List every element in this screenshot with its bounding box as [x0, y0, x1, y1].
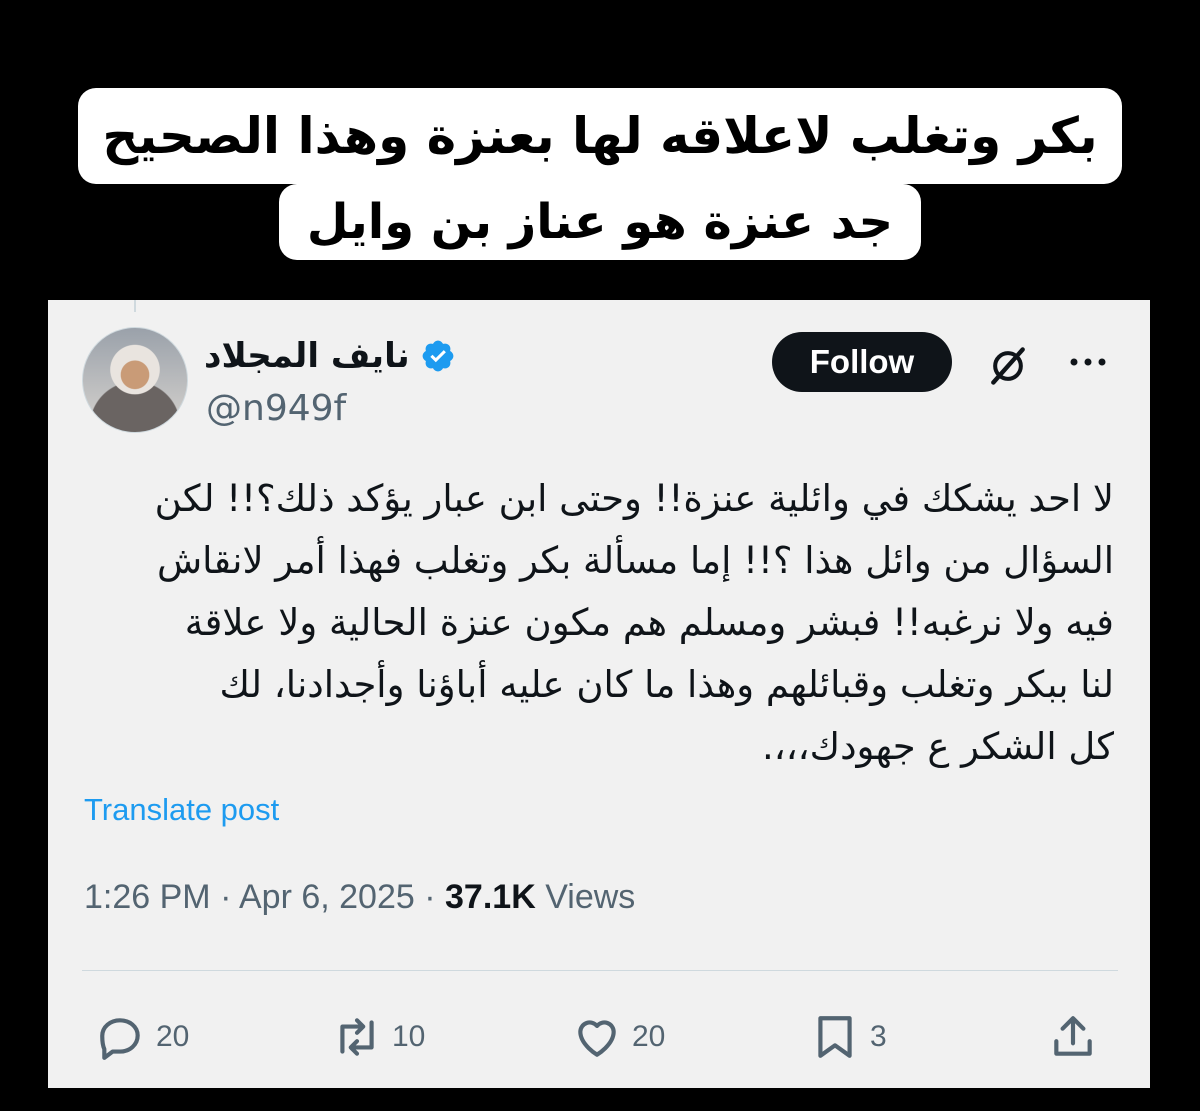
bookmark-button[interactable]: 3 [810, 1012, 887, 1062]
caption-line-2: جد عنزة هو عناز بن وايل [278, 184, 922, 260]
like-button[interactable]: 20 [572, 1012, 665, 1062]
thread-line [134, 300, 136, 312]
repost-button[interactable]: 10 [332, 1012, 425, 1062]
reply-button[interactable]: 20 [96, 1012, 189, 1062]
bookmark-count: 3 [870, 1020, 887, 1053]
like-count: 20 [632, 1020, 666, 1053]
like-icon [578, 1020, 616, 1057]
author-name[interactable]: نايف المجلاد [204, 336, 410, 376]
caption-line-1: بكر وتغلب لاعلاقه لها بعنزة وهذا الصحيح [78, 88, 1122, 184]
share-button[interactable] [1048, 1012, 1098, 1062]
share-icon [1054, 1016, 1092, 1056]
divider [82, 970, 1118, 971]
caption-line-1-wrapper: بكر وتغلب لاعلاقه لها بعنزة وهذا الصحيح [0, 88, 1200, 184]
author-handle[interactable]: @n949f [206, 388, 346, 429]
more-icon[interactable] [1068, 356, 1108, 368]
reply-icon [100, 1018, 140, 1060]
tweet-date[interactable]: Apr 6, 2025 [239, 878, 415, 916]
views-count: 37.1K [445, 878, 536, 916]
tweet-card: نايف المجلاد @n949f Follow لا احد يشكك ف… [48, 300, 1150, 1088]
reply-count: 20 [156, 1020, 190, 1053]
meta-separator: · [424, 878, 446, 916]
tweet-text: لا احد يشكك في وائلية عنزة!! وحتى ابن عب… [154, 477, 1114, 768]
caption-line-2-wrapper: جد عنزة هو عناز بن وايل [0, 184, 1200, 260]
follow-button[interactable]: Follow [772, 332, 952, 392]
views-label: Views [545, 878, 636, 916]
meta-separator: · [220, 878, 239, 916]
verified-badge-icon [422, 340, 453, 372]
bookmark-icon [818, 1016, 852, 1058]
author-row: نايف المجلاد [204, 336, 456, 376]
translate-post-link[interactable]: Translate post [84, 792, 279, 828]
repost-icon [340, 1018, 374, 1056]
avatar[interactable] [82, 327, 188, 433]
grok-icon[interactable] [986, 344, 1030, 388]
tweet-meta: 1:26 PM · Apr 6, 2025 · 37.1K Views [84, 878, 635, 917]
tweet-time[interactable]: 1:26 PM [84, 878, 211, 916]
repost-count: 10 [392, 1020, 426, 1053]
